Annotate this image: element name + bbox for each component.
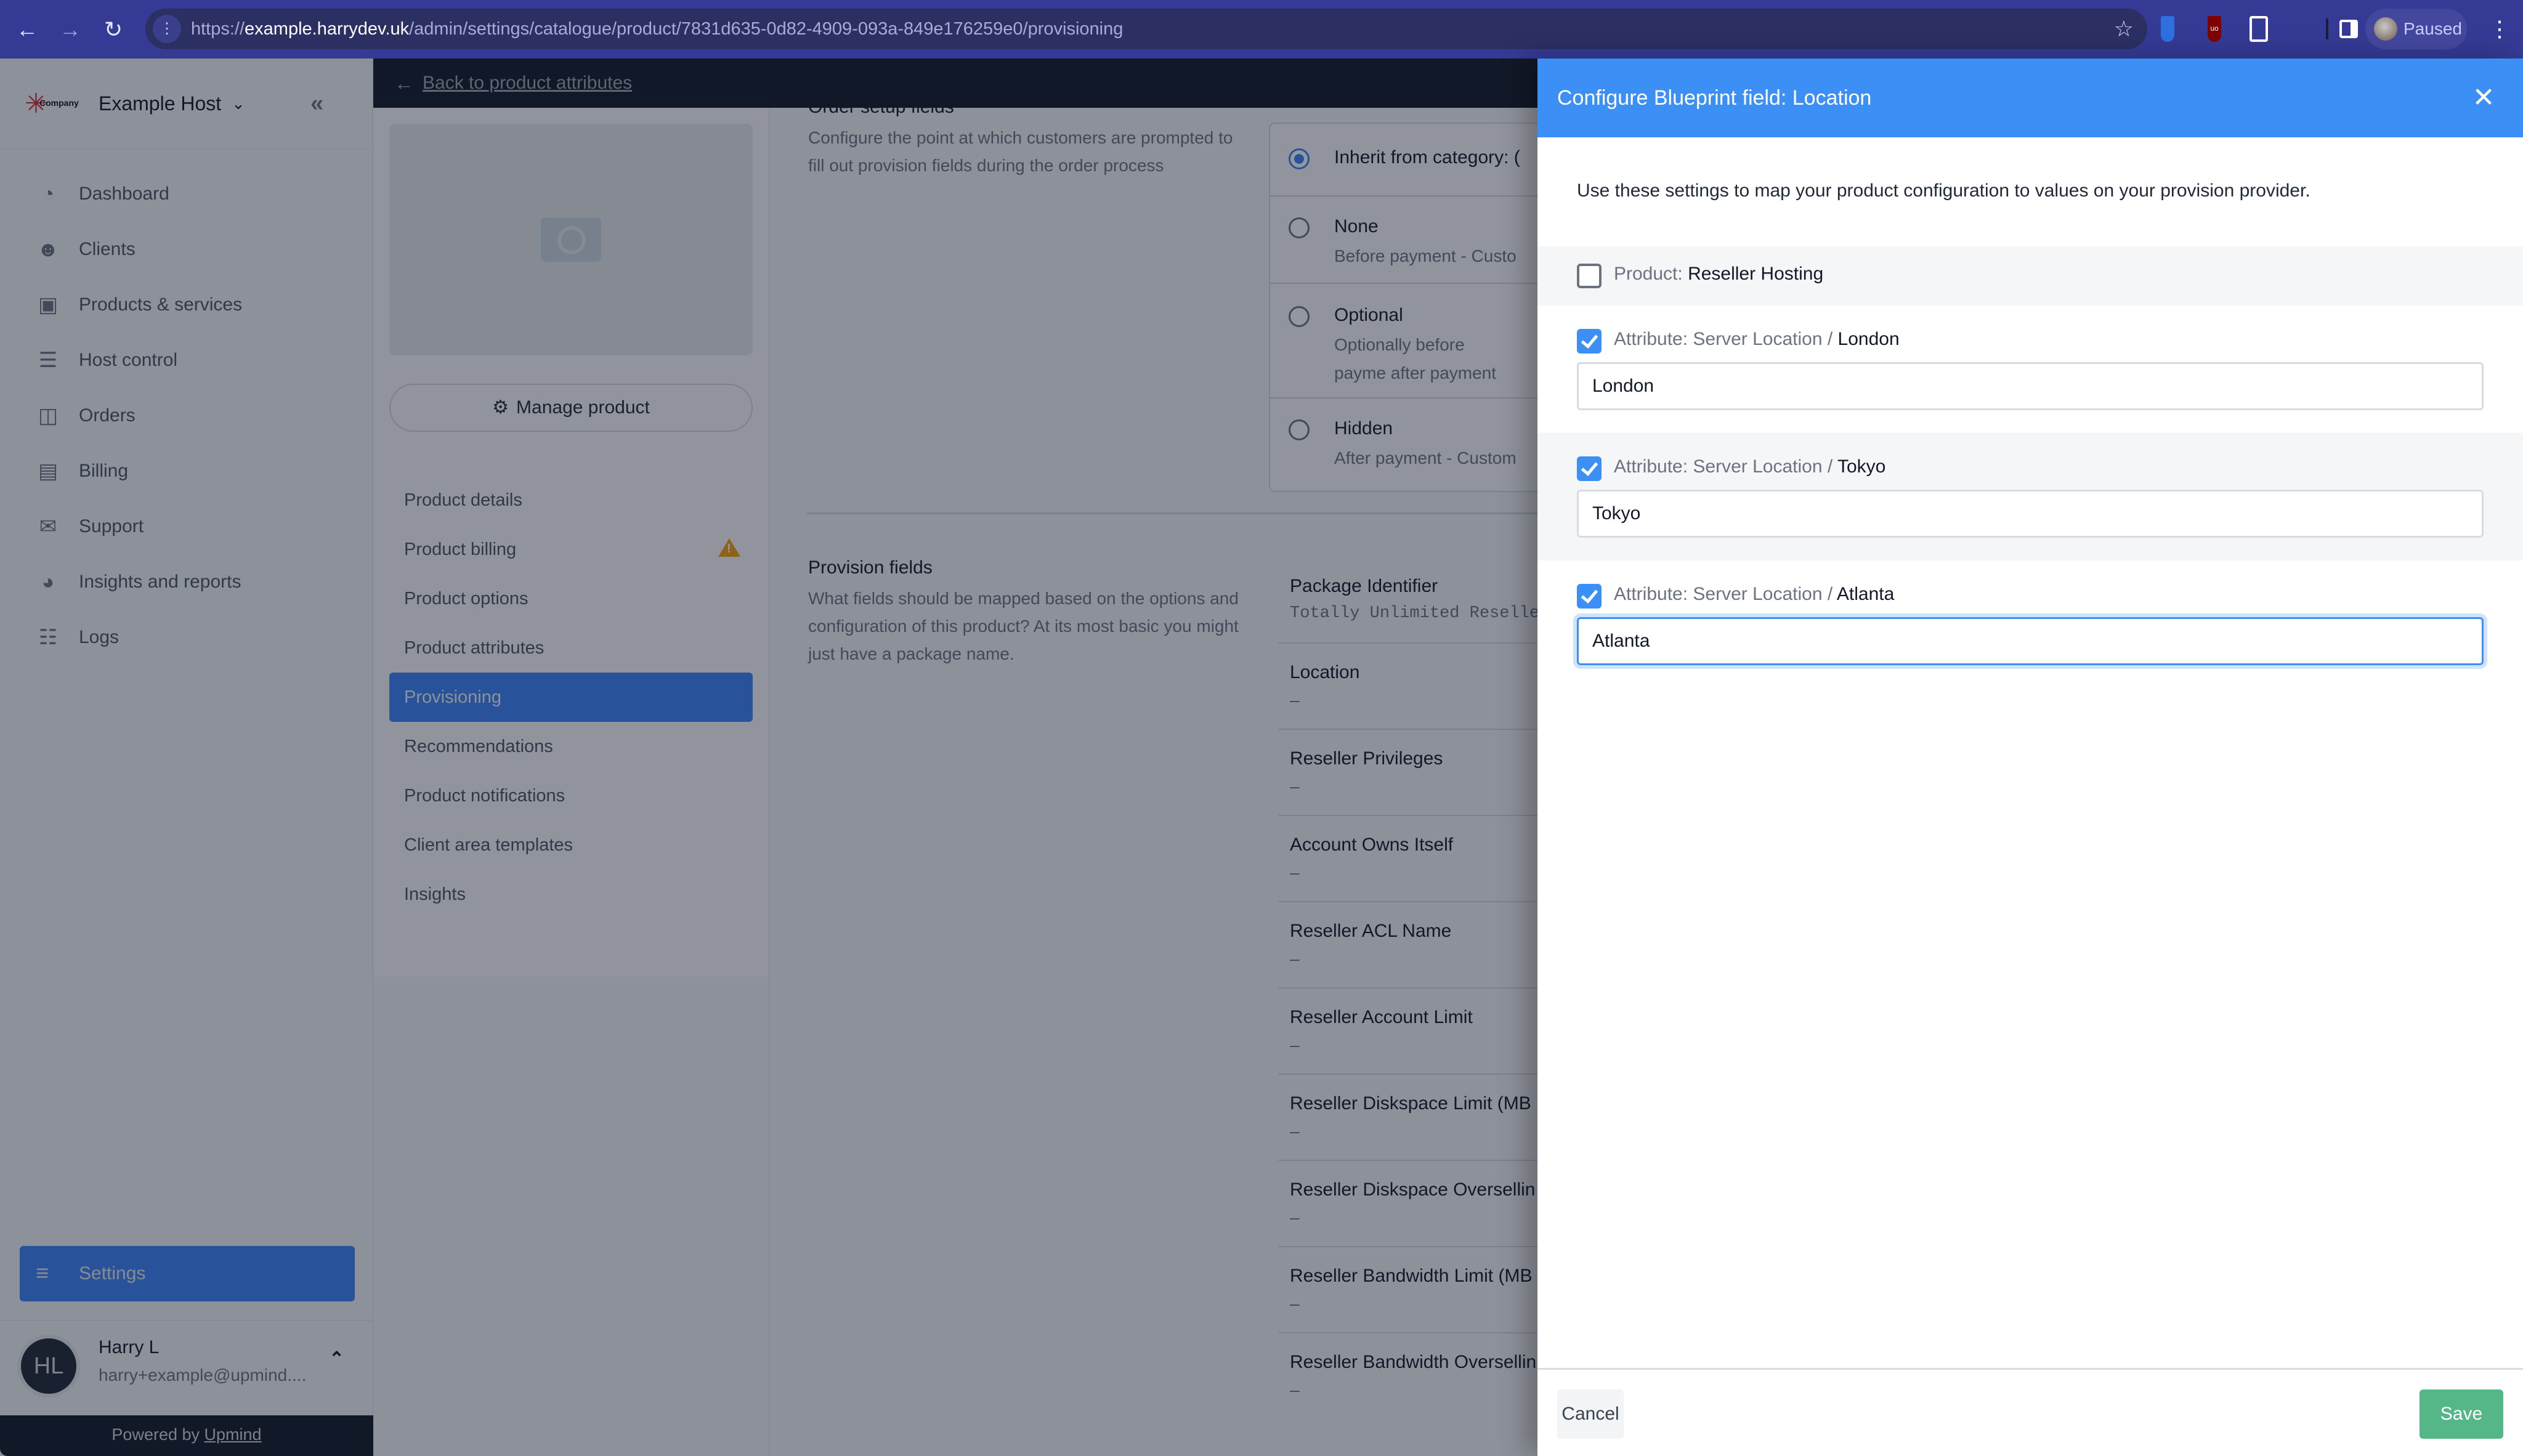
- drawer-title: Configure Blueprint field: Location: [1557, 86, 1872, 110]
- save-button[interactable]: Save: [2420, 1389, 2503, 1439]
- configure-field-drawer: Configure Blueprint field: Location ✕ Us…: [1537, 59, 2523, 1456]
- forward-button[interactable]: →: [55, 15, 85, 44]
- profile-status: Paused: [2404, 19, 2462, 38]
- product-checkbox[interactable]: [1577, 264, 1602, 288]
- back-button[interactable]: ←: [12, 15, 42, 44]
- london-checkbox[interactable]: [1577, 329, 1602, 354]
- london-value-input[interactable]: [1577, 362, 2484, 410]
- ublock-extension-icon[interactable]: uo: [2208, 16, 2221, 42]
- browser-toolbar: ← → ↻ ⋮ https://example.harrydev.uk/admi…: [0, 0, 2523, 59]
- extensions-puzzle-icon[interactable]: [2250, 16, 2268, 42]
- toolbar-divider: [2326, 18, 2328, 39]
- drawer-header: Configure Blueprint field: Location ✕: [1537, 59, 2523, 137]
- address-bar[interactable]: ⋮ https://example.harrydev.uk/admin/sett…: [145, 9, 2147, 49]
- modal-backdrop[interactable]: [0, 59, 1537, 1456]
- mapping-row-london: Attribute: Server Location / London: [1537, 305, 2523, 433]
- close-icon[interactable]: ✕: [2469, 83, 2498, 113]
- profile-avatar: [2374, 17, 2397, 41]
- mapping-row-tokyo: Attribute: Server Location / Tokyo: [1537, 433, 2523, 560]
- tokyo-checkbox[interactable]: [1577, 456, 1602, 481]
- cancel-button[interactable]: Cancel: [1557, 1389, 1624, 1439]
- mapping-row-product: Product: Reseller Hosting: [1537, 246, 2523, 305]
- url-text[interactable]: https://example.harrydev.uk/admin/settin…: [191, 9, 1123, 49]
- profile-button[interactable]: Paused: [2365, 9, 2467, 49]
- drawer-intro: Use these settings to map your product c…: [1577, 180, 2310, 201]
- side-panel-icon[interactable]: [2339, 20, 2358, 38]
- reload-button[interactable]: ↻: [99, 15, 128, 44]
- bitwarden-extension-icon[interactable]: [2161, 16, 2174, 42]
- mapping-row-atlanta: Attribute: Server Location / Atlanta: [1537, 560, 2523, 688]
- site-settings-icon[interactable]: ⋮: [153, 15, 181, 43]
- browser-menu-icon[interactable]: ⋮: [2489, 14, 2511, 44]
- atlanta-checkbox[interactable]: [1577, 584, 1602, 609]
- bookmark-star-icon[interactable]: ☆: [2114, 9, 2134, 49]
- drawer-footer: Cancel Save: [1537, 1368, 2523, 1456]
- tokyo-value-input[interactable]: [1577, 490, 2484, 538]
- atlanta-value-input[interactable]: [1577, 617, 2484, 665]
